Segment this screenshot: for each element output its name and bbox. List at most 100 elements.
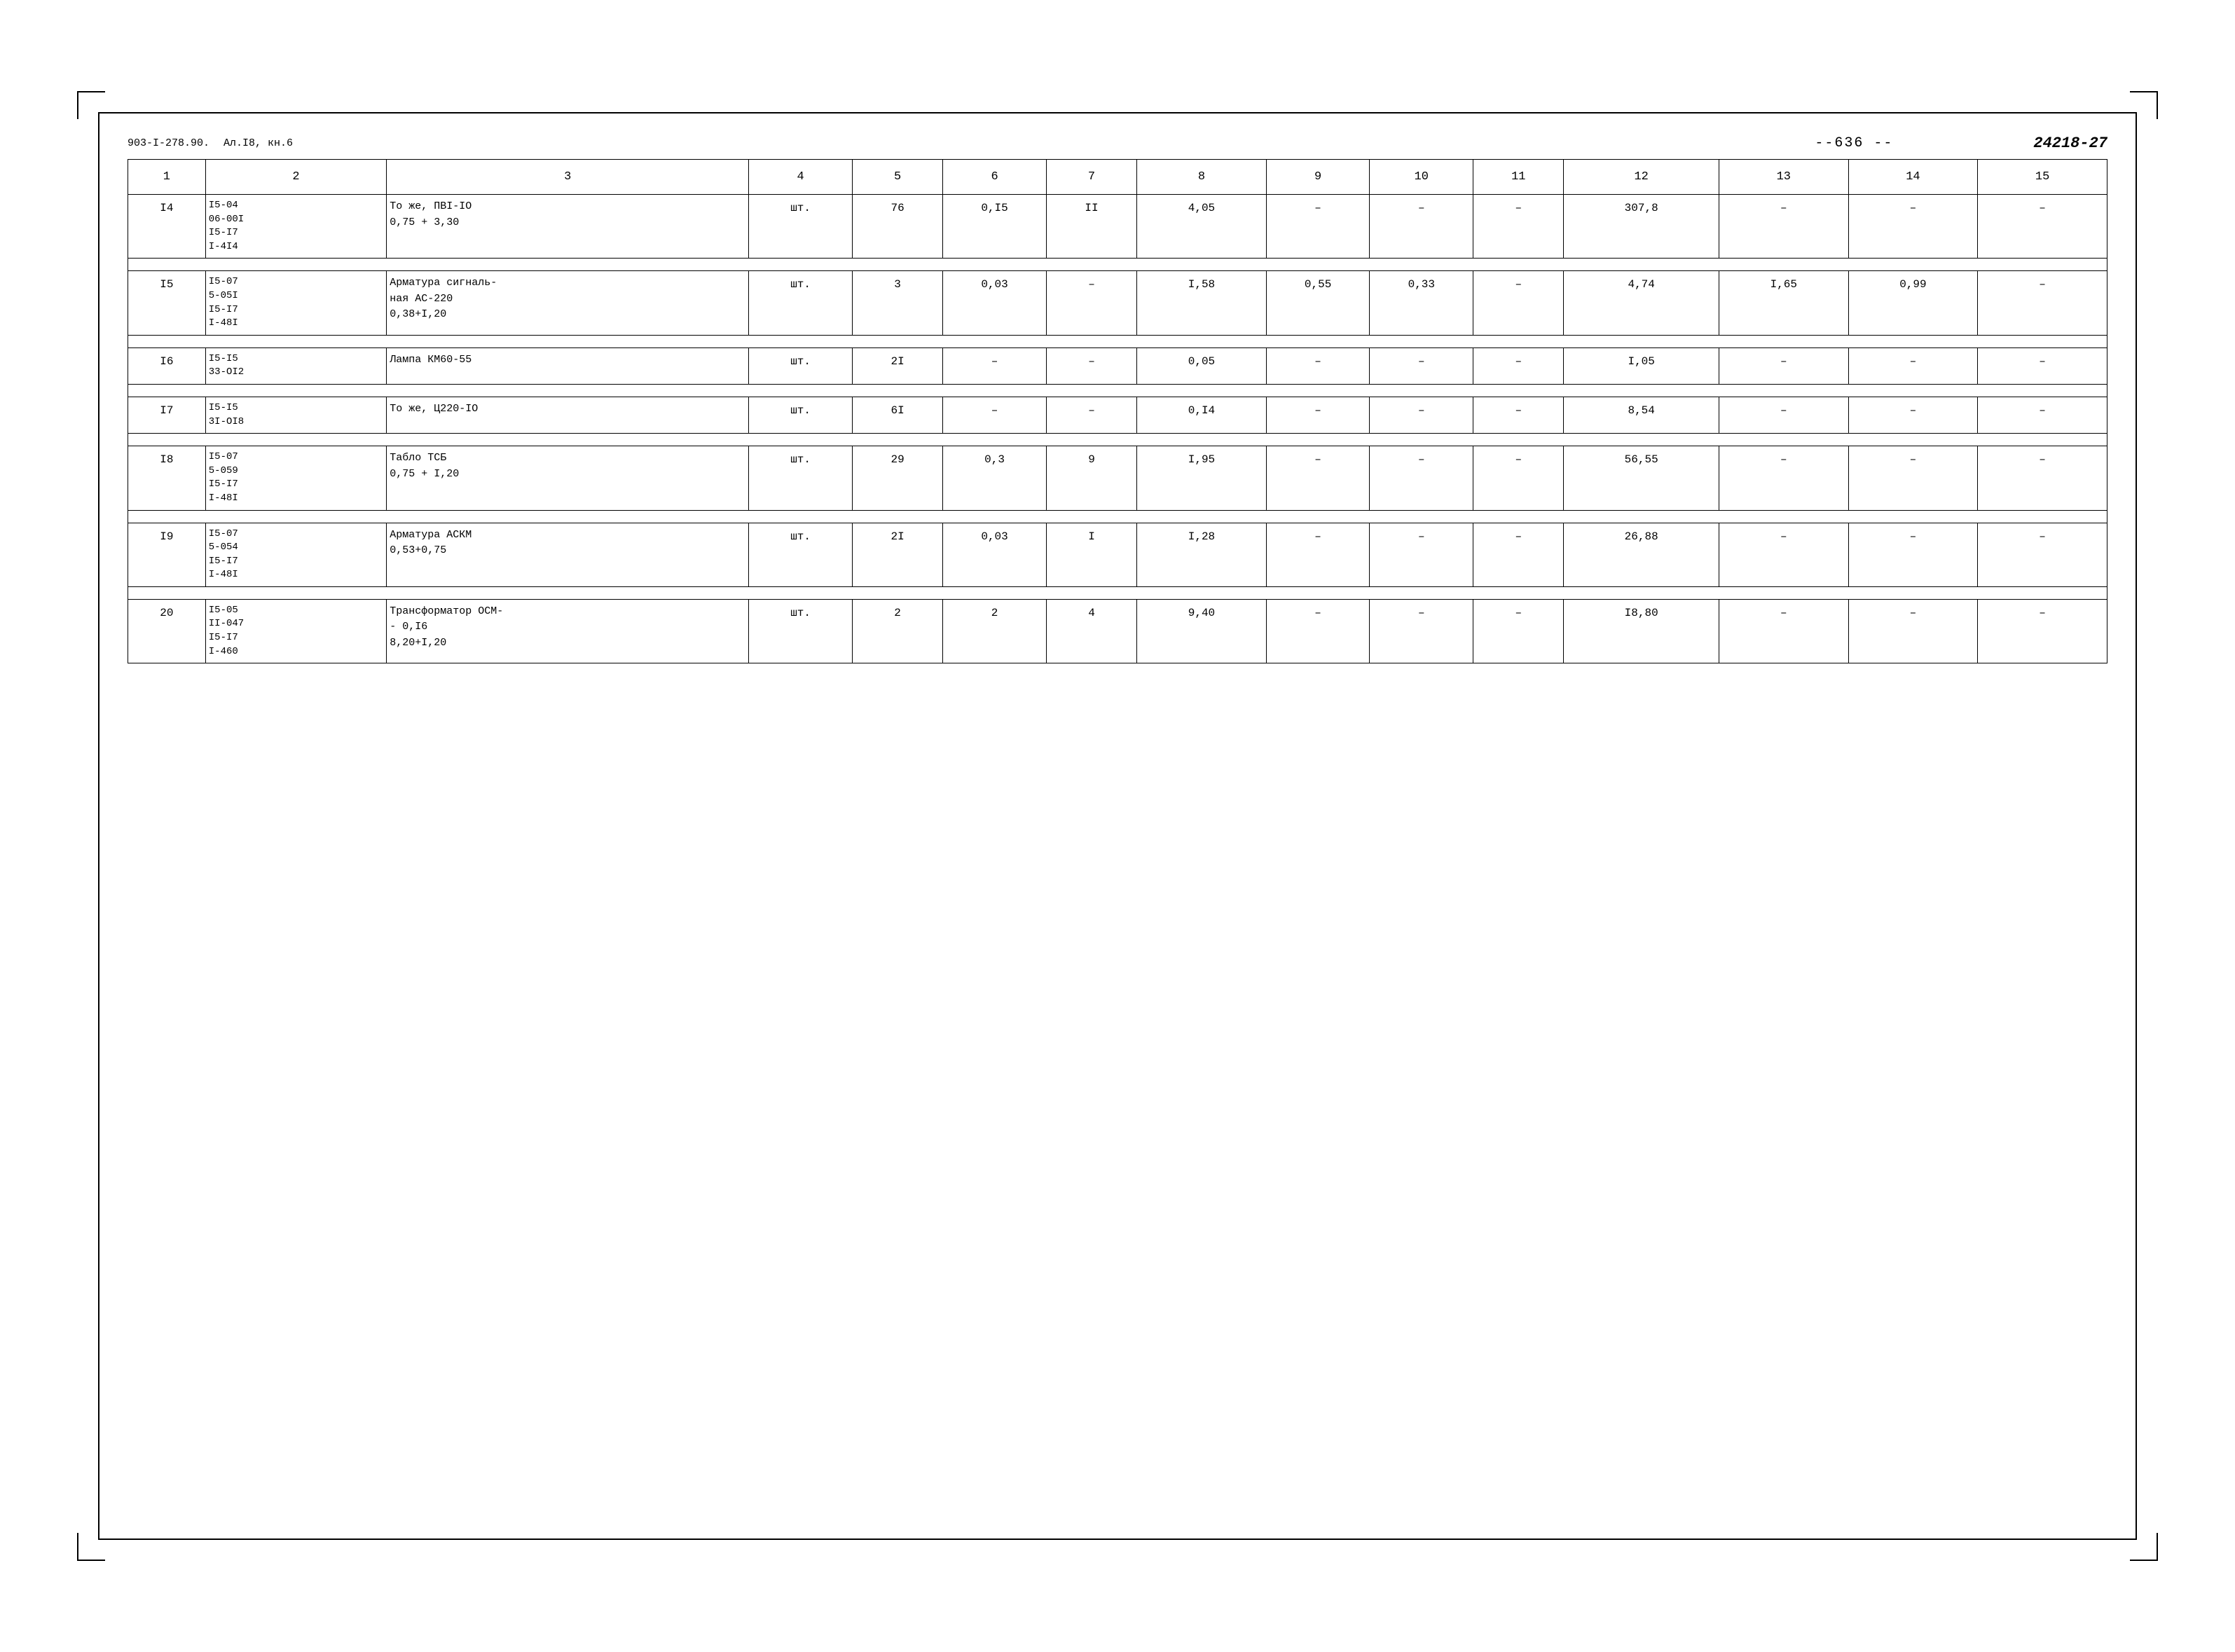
- col-header-8: 8: [1137, 160, 1267, 195]
- row-col13-I4: –: [1719, 195, 1848, 259]
- row-col14-I8: –: [1848, 446, 1978, 510]
- main-table-wrapper: 1 2 3 4 5 6 7 8 9 10 11 12 13 14 15: [128, 159, 2107, 663]
- row-col10-I5: 0,33: [1370, 271, 1473, 335]
- main-table: 1 2 3 4 5 6 7 8 9 10 11 12 13 14 15: [128, 159, 2107, 663]
- row-codes-I8: I5-075-059I5-I7I-48I: [205, 446, 386, 510]
- row-col15-I8: –: [1978, 446, 2107, 510]
- row-col5-I9: 2I: [852, 523, 942, 586]
- row-col10-20: –: [1370, 599, 1473, 663]
- row-col5-I6: 2I: [852, 347, 942, 384]
- row-col6-I6: –: [943, 347, 1047, 384]
- row-col12-I9: 26,88: [1564, 523, 1719, 586]
- col-header-13: 13: [1719, 160, 1848, 195]
- row-col11-I5: –: [1473, 271, 1564, 335]
- row-col6-20: 2: [943, 599, 1047, 663]
- row-col7-I8: 9: [1046, 446, 1136, 510]
- row-unit-I5: шт.: [749, 271, 853, 335]
- row-col6-I7: –: [943, 397, 1047, 433]
- row-desc-I8: Табло ТСБ0,75 + I,20: [387, 446, 749, 510]
- row-id-I4: I4: [128, 195, 206, 259]
- row-desc-I6: Лампа КМ60-55: [387, 347, 749, 384]
- row-col13-I5: I,65: [1719, 271, 1848, 335]
- row-id-20: 20: [128, 599, 206, 663]
- page-container: 903-I-278.90. Ал.I8, кн.6 --636 -- 24218…: [98, 112, 2137, 1540]
- row-col14-I4: –: [1848, 195, 1978, 259]
- row-desc-20: Трансформатор ОСМ-- 0,I68,20+I,20: [387, 599, 749, 663]
- doc-reference: 903-I-278.90.: [128, 137, 209, 149]
- row-col5-I8: 29: [852, 446, 942, 510]
- row-col7-I6: –: [1046, 347, 1136, 384]
- row-col11-I7: –: [1473, 397, 1564, 433]
- row-col15-20: –: [1978, 599, 2107, 663]
- col-header-7: 7: [1046, 160, 1136, 195]
- row-col7-I7: –: [1046, 397, 1136, 433]
- row-col6-I4: 0,I5: [943, 195, 1047, 259]
- row-id-I5: I5: [128, 271, 206, 335]
- row-col8-I6: 0,05: [1137, 347, 1267, 384]
- row-col14-I7: –: [1848, 397, 1978, 433]
- row-col9-I7: –: [1266, 397, 1370, 433]
- row-col13-I8: –: [1719, 446, 1848, 510]
- row-col7-20: 4: [1046, 599, 1136, 663]
- row-id-I8: I8: [128, 446, 206, 510]
- row-col6-I8: 0,3: [943, 446, 1047, 510]
- row-col10-I7: –: [1370, 397, 1473, 433]
- spacer-row: [128, 384, 2107, 397]
- row-col8-I9: I,28: [1137, 523, 1267, 586]
- row-col13-20: –: [1719, 599, 1848, 663]
- spacer-row: [128, 510, 2107, 523]
- row-col12-I7: 8,54: [1564, 397, 1719, 433]
- row-col8-I5: I,58: [1137, 271, 1267, 335]
- row-col8-I7: 0,I4: [1137, 397, 1267, 433]
- row-col5-20: 2: [852, 599, 942, 663]
- row-col10-I9: –: [1370, 523, 1473, 586]
- table-row: I5I5-075-05II5-I7I-48IАрматура сигналь-н…: [128, 271, 2107, 335]
- row-codes-I4: I5-0406-00II5-I7I-4I4: [205, 195, 386, 259]
- row-col12-I6: I,05: [1564, 347, 1719, 384]
- column-header-row: 1 2 3 4 5 6 7 8 9 10 11 12 13 14 15: [128, 160, 2107, 195]
- row-desc-I9: Арматура АСКМ0,53+0,75: [387, 523, 749, 586]
- row-col5-I4: 76: [852, 195, 942, 259]
- row-col10-I8: –: [1370, 446, 1473, 510]
- col-header-9: 9: [1266, 160, 1370, 195]
- row-col5-I5: 3: [852, 271, 942, 335]
- drawing-number: 24218-27: [2033, 135, 2107, 152]
- spacer-row: [128, 434, 2107, 446]
- row-col6-I5: 0,03: [943, 271, 1047, 335]
- row-col5-I7: 6I: [852, 397, 942, 433]
- col-header-10: 10: [1370, 160, 1473, 195]
- row-codes-I6: I5-I533-OI2: [205, 347, 386, 384]
- col-header-11: 11: [1473, 160, 1564, 195]
- row-col11-20: –: [1473, 599, 1564, 663]
- row-col15-I4: –: [1978, 195, 2107, 259]
- row-col9-I5: 0,55: [1266, 271, 1370, 335]
- row-col15-I9: –: [1978, 523, 2107, 586]
- row-col11-I8: –: [1473, 446, 1564, 510]
- row-col6-I9: 0,03: [943, 523, 1047, 586]
- col-header-14: 14: [1848, 160, 1978, 195]
- spacer-row: [128, 586, 2107, 599]
- row-col11-I6: –: [1473, 347, 1564, 384]
- row-col13-I7: –: [1719, 397, 1848, 433]
- col-header-5: 5: [852, 160, 942, 195]
- row-id-I9: I9: [128, 523, 206, 586]
- row-col15-I5: –: [1978, 271, 2107, 335]
- table-row: I8I5-075-059I5-I7I-48IТабло ТСБ0,75 + I,…: [128, 446, 2107, 510]
- row-col9-20: –: [1266, 599, 1370, 663]
- doc-name: Ал.I8, кн.6: [224, 137, 293, 149]
- row-col13-I6: –: [1719, 347, 1848, 384]
- table-row: I4I5-0406-00II5-I7I-4I4То же, ПВI-IO0,75…: [128, 195, 2107, 259]
- row-col15-I7: –: [1978, 397, 2107, 433]
- col-header-2: 2: [205, 160, 386, 195]
- row-unit-I4: шт.: [749, 195, 853, 259]
- row-col7-I5: –: [1046, 271, 1136, 335]
- col-header-3: 3: [387, 160, 749, 195]
- col-header-4: 4: [749, 160, 853, 195]
- table-row: I6I5-I533-OI2Лампа КМ60-55шт.2I––0,05–––…: [128, 347, 2107, 384]
- row-col12-I8: 56,55: [1564, 446, 1719, 510]
- row-desc-I7: То же, Ц220-IO: [387, 397, 749, 433]
- row-col14-I6: –: [1848, 347, 1978, 384]
- row-codes-I5: I5-075-05II5-I7I-48I: [205, 271, 386, 335]
- row-col12-20: I8,80: [1564, 599, 1719, 663]
- row-col9-I8: –: [1266, 446, 1370, 510]
